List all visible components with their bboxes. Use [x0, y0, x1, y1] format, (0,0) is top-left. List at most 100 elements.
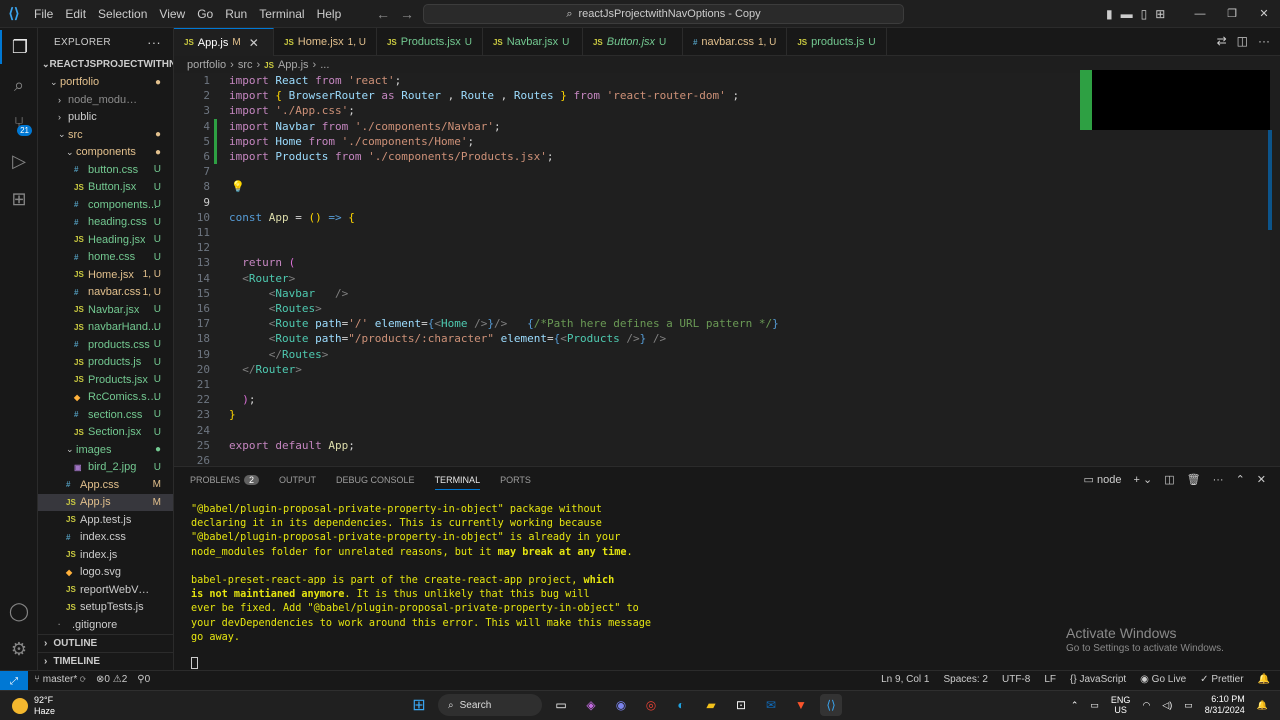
cursor-position[interactable]: Ln 9, Col 1: [881, 674, 929, 685]
source-control-icon[interactable]: ⑂ 21: [0, 106, 38, 140]
branch-status[interactable]: ⑂ master* ⟳: [34, 674, 86, 685]
tree-file[interactable]: ▣ bird_2.jpg U: [38, 459, 173, 477]
notifications-icon[interactable]: 🔔: [1258, 674, 1270, 685]
taskbar-search[interactable]: ⌕ Search: [438, 694, 542, 716]
tree-folder[interactable]: ⌄ components ●: [38, 144, 173, 162]
indentation[interactable]: Spaces: 2: [944, 674, 988, 685]
notification-center-icon[interactable]: 🔔: [1257, 700, 1268, 711]
language-mode[interactable]: {} JavaScript: [1070, 674, 1126, 685]
minimap[interactable]: [1080, 70, 1270, 130]
restore-icon[interactable]: ❐: [1216, 0, 1248, 28]
edge-icon[interactable]: ◐: [670, 694, 692, 716]
problems-status[interactable]: ⊗0 ⚠2: [96, 674, 127, 685]
editor-scrollbar[interactable]: [1268, 130, 1272, 230]
tree-file[interactable]: # App.css M: [38, 476, 173, 494]
tree-file[interactable]: # products.css U: [38, 336, 173, 354]
explorer-icon[interactable]: ❐: [0, 30, 38, 64]
tab-products-js[interactable]: JS products.js U: [787, 28, 888, 56]
code-line[interactable]: 5 import Home from './components/Home';: [174, 134, 474, 149]
tree-file[interactable]: JS Navbar.jsx U: [38, 301, 173, 319]
go-live-button[interactable]: ◉ Go Live: [1140, 674, 1186, 685]
code-line[interactable]: 4 import Navbar from './components/Navbar…: [174, 119, 500, 134]
code-line[interactable]: 26: [174, 453, 210, 465]
tree-file[interactable]: JS reportWebVitals.js: [38, 581, 173, 599]
volume-icon[interactable]: ◁): [1162, 700, 1172, 711]
code-line[interactable]: 13 return (: [174, 255, 296, 270]
code-line[interactable]: 11: [174, 225, 210, 240]
prettier-status[interactable]: ✓ Prettier: [1200, 674, 1243, 685]
encoding[interactable]: UTF-8: [1002, 674, 1030, 685]
code-line[interactable]: 21: [174, 377, 210, 392]
task-view-icon[interactable]: ▭: [550, 694, 572, 716]
code-line[interactable]: 19 </Routes>: [174, 347, 329, 362]
tree-file[interactable]: # index.css: [38, 529, 173, 547]
toggle-secondary-sidebar-icon[interactable]: ▯: [1141, 0, 1148, 28]
split-editor-icon[interactable]: ◫: [1237, 34, 1248, 48]
terminal-shell[interactable]: ▭ node: [1084, 473, 1122, 486]
store-icon[interactable]: ⊡: [730, 694, 752, 716]
gear-icon[interactable]: ⚙: [0, 632, 38, 666]
tree-folder[interactable]: ⌄ portfolio ●: [38, 74, 173, 92]
tab-button-jsx[interactable]: JS Button.jsx U: [583, 28, 683, 56]
maximize-panel-icon[interactable]: ⌃: [1236, 473, 1245, 486]
code-line[interactable]: 7: [174, 164, 210, 179]
code-line[interactable]: 10 const App = () => {: [174, 210, 355, 225]
tree-file[interactable]: JS Home.jsx 1, U: [38, 266, 173, 284]
forward-arrow-icon[interactable]: →: [400, 0, 414, 28]
minimize-icon[interactable]: —: [1184, 0, 1216, 28]
tree-folder[interactable]: ⌄ src ●: [38, 126, 173, 144]
clock[interactable]: 6:10 PM 8/31/2024: [1205, 694, 1245, 716]
outline-section[interactable]: › OUTLINE: [38, 634, 173, 652]
toggle-panel-icon[interactable]: ▬: [1121, 0, 1133, 28]
menu-item-selection[interactable]: Selection: [92, 0, 153, 28]
tree-file[interactable]: ◆ RcComics.svg U: [38, 389, 173, 407]
menu-item-file[interactable]: File: [28, 0, 59, 28]
code-line[interactable]: 17 <Route path='/' element={<Home />}/> …: [174, 316, 779, 331]
tray-app-icon[interactable]: ▭: [1090, 700, 1099, 711]
menu-item-run[interactable]: Run: [219, 0, 253, 28]
panel-tab-ports[interactable]: PORTS: [500, 475, 531, 485]
tree-file[interactable]: JS App.js M: [38, 493, 173, 511]
tab-products-jsx[interactable]: JS Products.jsx U: [377, 28, 483, 56]
brave-icon[interactable]: ▼: [790, 694, 812, 716]
tray-overflow-icon[interactable]: ⌃: [1071, 700, 1079, 711]
code-line[interactable]: 16 <Routes>: [174, 301, 322, 316]
copilot-icon[interactable]: ◈: [580, 694, 602, 716]
tab-navbar-css[interactable]: # navbar.css 1, U: [683, 28, 788, 56]
menu-item-terminal[interactable]: Terminal: [253, 0, 310, 28]
tree-file[interactable]: JS navbarHand... U: [38, 319, 173, 337]
search-icon[interactable]: ⌕: [0, 68, 38, 102]
tree-file[interactable]: JS Heading.jsx U: [38, 231, 173, 249]
outlook-icon[interactable]: ✉: [760, 694, 782, 716]
add-terminal-icon[interactable]: + ⌄: [1133, 473, 1152, 486]
panel-tab-debug-console[interactable]: DEBUG CONSOLE: [336, 475, 415, 485]
breadcrumb-item[interactable]: portfolio: [187, 59, 226, 71]
close-tab-icon[interactable]: ✕: [249, 36, 259, 50]
breadcrumb-item[interactable]: ...: [320, 59, 329, 71]
split-terminal-icon[interactable]: ◫: [1164, 473, 1174, 486]
customize-layout-icon[interactable]: ⊞: [1155, 0, 1165, 28]
tree-folder[interactable]: ⌄ images ●: [38, 441, 173, 459]
wifi-icon[interactable]: ◠: [1142, 700, 1150, 711]
breadcrumb-item[interactable]: App.js: [278, 59, 309, 71]
code-line[interactable]: 22 );: [174, 392, 256, 407]
battery-icon[interactable]: ▭: [1184, 700, 1193, 711]
tree-file[interactable]: JS Products.jsx U: [38, 371, 173, 389]
toggle-sidebar-icon[interactable]: ▮: [1106, 0, 1113, 28]
command-center[interactable]: ⌕ reactJsProjectwithNavOptions - Copy: [423, 4, 904, 24]
breadcrumb-item[interactable]: src: [238, 59, 253, 71]
code-line[interactable]: 25 export default App;: [174, 438, 355, 453]
tree-file[interactable]: JS products.js U: [38, 354, 173, 372]
close-panel-icon[interactable]: ✕: [1257, 473, 1266, 486]
tree-file[interactable]: JS index.js: [38, 546, 173, 564]
tree-file[interactable]: ◆ logo.svg: [38, 564, 173, 582]
tree-file[interactable]: JS Section.jsx U: [38, 424, 173, 442]
code-line[interactable]: 23}: [174, 407, 236, 422]
extensions-icon[interactable]: ⊞: [0, 182, 38, 216]
back-arrow-icon[interactable]: ←: [376, 0, 390, 28]
menu-item-help[interactable]: Help: [311, 0, 348, 28]
code-line[interactable]: 12: [174, 240, 210, 255]
panel-tab-output[interactable]: OUTPUT: [279, 475, 316, 485]
run-debug-icon[interactable]: ▷: [0, 144, 38, 178]
code-line[interactable]: 20 </Router>: [174, 362, 302, 377]
